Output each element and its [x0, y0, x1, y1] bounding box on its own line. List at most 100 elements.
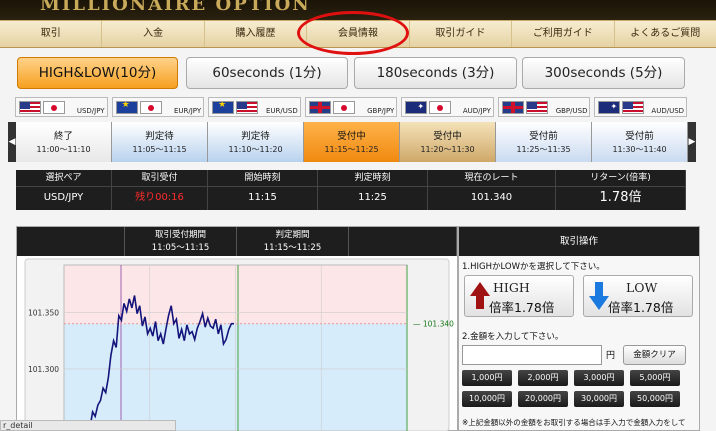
order-panel: 取引操作 1.HIGHかLOWかを選択して下さい。 HIGH 倍率1.78倍 L…: [458, 226, 700, 431]
info-col-0: 選択ペア USD/JPY: [16, 170, 112, 210]
time-slot-status: 受付前: [625, 131, 654, 142]
flag-us-icon: [622, 101, 645, 114]
time-slot-time: 11:25～11:35: [516, 145, 571, 154]
mode-tab-0[interactable]: HIGH&LOW(10分): [17, 57, 178, 89]
arrow-up-icon: [470, 282, 490, 309]
low-rate: 倍率1.78倍: [608, 300, 674, 315]
chart-head-line2: 11:05～11:15: [151, 243, 210, 253]
yen-unit: 円: [606, 351, 616, 361]
amount-preset-3[interactable]: 5,000円: [630, 370, 680, 386]
currency-pair-5[interactable]: GBP/USD: [497, 97, 591, 117]
slot-prev-arrow-icon[interactable]: ◀: [8, 122, 16, 162]
time-slot-status: 受付前: [529, 131, 558, 142]
info-col-1: 取引受付 残り00:16: [112, 170, 208, 210]
flag-gb-icon: [501, 101, 524, 114]
high-rate: 倍率1.78倍: [489, 300, 555, 315]
mode-tab-3[interactable]: 300seconds (5分): [522, 57, 685, 89]
nav-item-4[interactable]: 取引ガイド: [410, 21, 513, 47]
chart-head-col-1: 取引受付期間 11:05～11:15: [125, 227, 237, 256]
chart-head-col-2: 判定期間 11:15～11:25: [237, 227, 349, 256]
high-button[interactable]: HIGH 倍率1.78倍: [464, 275, 574, 317]
info-header: リターン(倍率): [556, 170, 685, 187]
trade-info-table: 選択ペア USD/JPY 取引受付 残り00:16 開始時刻 11:15 判定時刻 11:25…: [16, 170, 686, 210]
order-panel-title: 取引操作: [459, 227, 699, 256]
time-slot-time: 11:30～11:40: [612, 145, 667, 154]
chart-head-line2: 11:15～11:25: [263, 243, 322, 253]
info-value: 1.78倍: [599, 190, 642, 205]
time-slot-status: 受付中: [337, 131, 366, 142]
info-col-4: 現在のレート 101.340: [428, 170, 556, 210]
info-value: 11:15: [248, 192, 277, 203]
info-value: 残り00:16: [135, 192, 184, 203]
site-logo: MILLIONAIRE OPTION: [40, 0, 311, 15]
amount-preset-4[interactable]: 10,000円: [462, 391, 512, 407]
time-slot-2[interactable]: 判定待 11:10～11:20: [208, 122, 304, 162]
currency-pair-label: EUR/JPY: [173, 107, 202, 115]
chart-ytick-label-1: 101.300: [28, 365, 59, 374]
step1-instruction: 1.HIGHかLOWかを選択して下さい。: [462, 262, 605, 272]
amount-preset-7[interactable]: 50,000円: [630, 391, 680, 407]
time-slot-time: 11:20～11:30: [420, 145, 475, 154]
time-slot-status: 終了: [53, 131, 73, 142]
time-slot-time: 11:05～11:15: [132, 145, 187, 154]
time-slot-status: 受付中: [433, 131, 462, 142]
time-slot-0[interactable]: 終了 11:00～11:10: [16, 122, 112, 162]
flag-us-icon: [236, 101, 259, 114]
mode-tab-2[interactable]: 180seconds (3分): [354, 57, 517, 89]
nav-item-0[interactable]: 取引: [0, 21, 103, 47]
info-col-5: リターン(倍率) 1.78倍: [556, 170, 686, 210]
currency-pair-label: AUD/USD: [651, 107, 685, 115]
trade-mode-tabs: HIGH&LOW(10分) 60seconds (1分) 180seconds (3…: [17, 57, 685, 89]
currency-pair-6[interactable]: AUD/USD: [594, 97, 688, 117]
amount-preset-2[interactable]: 3,000円: [574, 370, 624, 386]
flag-gb-icon: [308, 101, 331, 114]
flag-eu-icon: [115, 101, 138, 114]
currency-pair-3[interactable]: GBP/JPY: [304, 97, 398, 117]
time-slot-5[interactable]: 受付前 11:25～11:35: [496, 122, 592, 162]
chart-head-line1: 判定期間: [275, 230, 310, 240]
app-root: MILLIONAIRE OPTION 取引 入金 購入履歴 会員情報 取引ガイド ご利用ガ…: [0, 0, 716, 431]
currency-pair-2[interactable]: EUR/USD: [208, 97, 301, 117]
currency-pair-selector: USD/JPY EUR/JPY EUR/USD GBP/JPY AUD/JPY GBP/U…: [15, 97, 688, 117]
time-slot-3[interactable]: 受付中 11:15～11:25: [304, 122, 400, 162]
amount-input[interactable]: [462, 345, 602, 365]
chart-ytick-label-0: 101.350: [28, 308, 59, 317]
amount-preset-5[interactable]: 20,000円: [518, 391, 568, 407]
amount-note: ※上記金額以外の金額をお取引する場合は手入力で金額入力をして: [462, 418, 686, 427]
amount-preset-1[interactable]: 2,000円: [518, 370, 568, 386]
time-slot-4[interactable]: 受付中 11:20～11:30: [400, 122, 496, 162]
clear-amount-button[interactable]: 金額クリア: [623, 345, 686, 365]
rate-chart: 101.350 101.300 — 101.340: [24, 258, 454, 431]
info-header: 現在のレート: [428, 170, 555, 187]
currency-pair-label: EUR/USD: [266, 107, 298, 115]
nav-item-2[interactable]: 購入履歴: [205, 21, 308, 47]
info-col-2: 開始時刻 11:15: [208, 170, 318, 210]
info-value: 101.340: [470, 192, 513, 203]
mode-tab-1[interactable]: 60seconds (1分): [186, 57, 348, 89]
nav-item-1[interactable]: 入金: [102, 21, 205, 47]
info-col-3: 判定時刻 11:25: [318, 170, 428, 210]
currency-pair-label: GBP/USD: [555, 107, 588, 115]
time-slot-time: 11:10～11:20: [228, 145, 283, 154]
chart-current-rate-label: — 101.340: [413, 320, 454, 329]
nav-item-6[interactable]: よくあるご質問: [615, 21, 716, 47]
info-value: 11:25: [358, 192, 387, 203]
currency-pair-1[interactable]: EUR/JPY: [111, 97, 205, 117]
flag-jp-icon: [139, 101, 162, 114]
amount-preset-6[interactable]: 30,000円: [574, 391, 624, 407]
time-slot-status: 判定待: [241, 131, 270, 142]
nav-item-5[interactable]: ご利用ガイド: [512, 21, 615, 47]
member-info-highlight-ring: [297, 11, 409, 55]
slot-next-arrow-icon[interactable]: ▶: [688, 122, 696, 162]
info-header: 判定時刻: [318, 170, 427, 187]
amount-preset-0[interactable]: 1,000円: [462, 370, 512, 386]
time-slot-1[interactable]: 判定待 11:05～11:15: [112, 122, 208, 162]
time-slot-time: 11:00～11:10: [36, 145, 91, 154]
currency-pair-4[interactable]: AUD/JPY: [401, 97, 494, 117]
time-slot-status: 判定待: [145, 131, 174, 142]
flag-jp-icon: [332, 101, 355, 114]
currency-pair-0[interactable]: USD/JPY: [15, 97, 108, 117]
low-button[interactable]: LOW 倍率1.78倍: [583, 275, 693, 317]
time-slot-6[interactable]: 受付前 11:30～11:40: [592, 122, 688, 162]
flag-eu-icon: [212, 101, 235, 114]
